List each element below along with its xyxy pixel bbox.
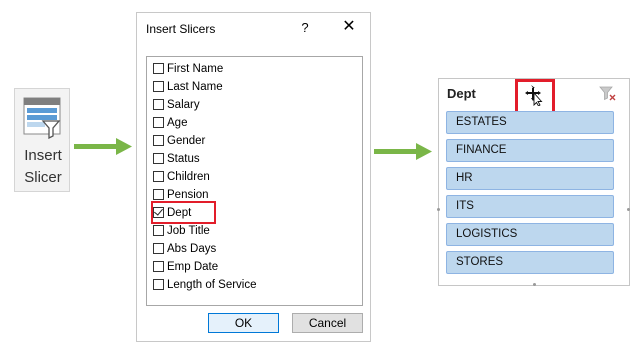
arrow-right-icon bbox=[374, 143, 432, 160]
field-label: Job Title bbox=[167, 225, 210, 237]
insert-slicer-label-line2: Slicer bbox=[24, 169, 62, 186]
insert-slicer-button[interactable]: Insert Slicer bbox=[14, 88, 70, 192]
checkbox[interactable] bbox=[153, 171, 164, 182]
field-item[interactable]: Length of Service bbox=[153, 277, 257, 293]
field-item[interactable]: Job Title bbox=[153, 223, 210, 239]
field-label: Status bbox=[167, 153, 200, 165]
slicer-item[interactable]: ESTATES bbox=[446, 111, 614, 134]
resize-handle[interactable] bbox=[533, 283, 536, 286]
field-item[interactable]: Last Name bbox=[153, 79, 223, 95]
help-button[interactable]: ? bbox=[298, 20, 312, 36]
field-label: Emp Date bbox=[167, 261, 219, 273]
slicer-item[interactable]: LOGISTICS bbox=[446, 223, 614, 246]
checkbox-checked[interactable] bbox=[153, 207, 164, 218]
close-icon[interactable]: ✕ bbox=[340, 18, 358, 36]
field-item[interactable]: Emp Date bbox=[153, 259, 218, 275]
field-item[interactable]: Gender bbox=[153, 133, 205, 149]
ok-button[interactable]: OK bbox=[208, 313, 279, 333]
checkbox[interactable] bbox=[153, 225, 164, 236]
checkbox[interactable] bbox=[153, 189, 164, 200]
field-label: Children bbox=[167, 171, 210, 183]
field-item[interactable]: First Name bbox=[153, 61, 223, 77]
dept-slicer[interactable]: Dept ESTATES FINANCE HR ITS LOGISTICS STORES bbox=[437, 78, 630, 286]
field-label: Gender bbox=[167, 135, 206, 147]
slicer-item[interactable]: STORES bbox=[446, 251, 614, 274]
checkbox[interactable] bbox=[153, 279, 164, 290]
field-label: Pension bbox=[167, 189, 209, 201]
checkbox[interactable] bbox=[153, 81, 164, 92]
field-label: Dept bbox=[167, 207, 192, 219]
slicer-title: Dept bbox=[447, 86, 476, 101]
field-label: Salary bbox=[167, 99, 200, 111]
arrow-right-icon bbox=[74, 138, 132, 155]
checkbox[interactable] bbox=[153, 63, 164, 74]
field-label: Abs Days bbox=[167, 243, 217, 255]
checkbox[interactable] bbox=[153, 243, 164, 254]
slicer-funnel-icon bbox=[23, 97, 61, 139]
checkbox[interactable] bbox=[153, 117, 164, 128]
field-label: Age bbox=[167, 117, 188, 129]
resize-handle[interactable] bbox=[437, 208, 440, 211]
slicer-item[interactable]: FINANCE bbox=[446, 139, 614, 162]
field-item[interactable]: Salary bbox=[153, 97, 200, 113]
field-list: First Name Last Name Salary Age Gender Status… bbox=[146, 56, 363, 306]
field-label: First Name bbox=[167, 63, 224, 75]
field-item[interactable]: Abs Days bbox=[153, 241, 216, 257]
field-label: Length of Service bbox=[167, 279, 257, 291]
insert-slicer-label-line1: Insert bbox=[24, 147, 62, 164]
cancel-button[interactable]: Cancel bbox=[292, 313, 363, 333]
insert-slicers-dialog: Insert Slicers ? ✕ First Name Last Name Sa… bbox=[136, 12, 371, 342]
slicer-item[interactable]: ITS bbox=[446, 195, 614, 218]
dialog-title: Insert Slicers bbox=[146, 22, 216, 36]
checkbox[interactable] bbox=[153, 135, 164, 146]
clear-filter-icon[interactable] bbox=[599, 85, 617, 101]
field-item[interactable]: Children bbox=[153, 169, 210, 185]
slicer-item[interactable]: HR bbox=[446, 167, 614, 190]
field-item[interactable]: Status bbox=[153, 151, 200, 167]
checkbox[interactable] bbox=[153, 153, 164, 164]
field-item[interactable]: Pension bbox=[153, 187, 209, 203]
field-item[interactable]: Dept bbox=[153, 205, 191, 221]
checkbox[interactable] bbox=[153, 261, 164, 272]
field-item[interactable]: Age bbox=[153, 115, 187, 131]
field-label: Last Name bbox=[167, 81, 223, 93]
checkbox[interactable] bbox=[153, 99, 164, 110]
